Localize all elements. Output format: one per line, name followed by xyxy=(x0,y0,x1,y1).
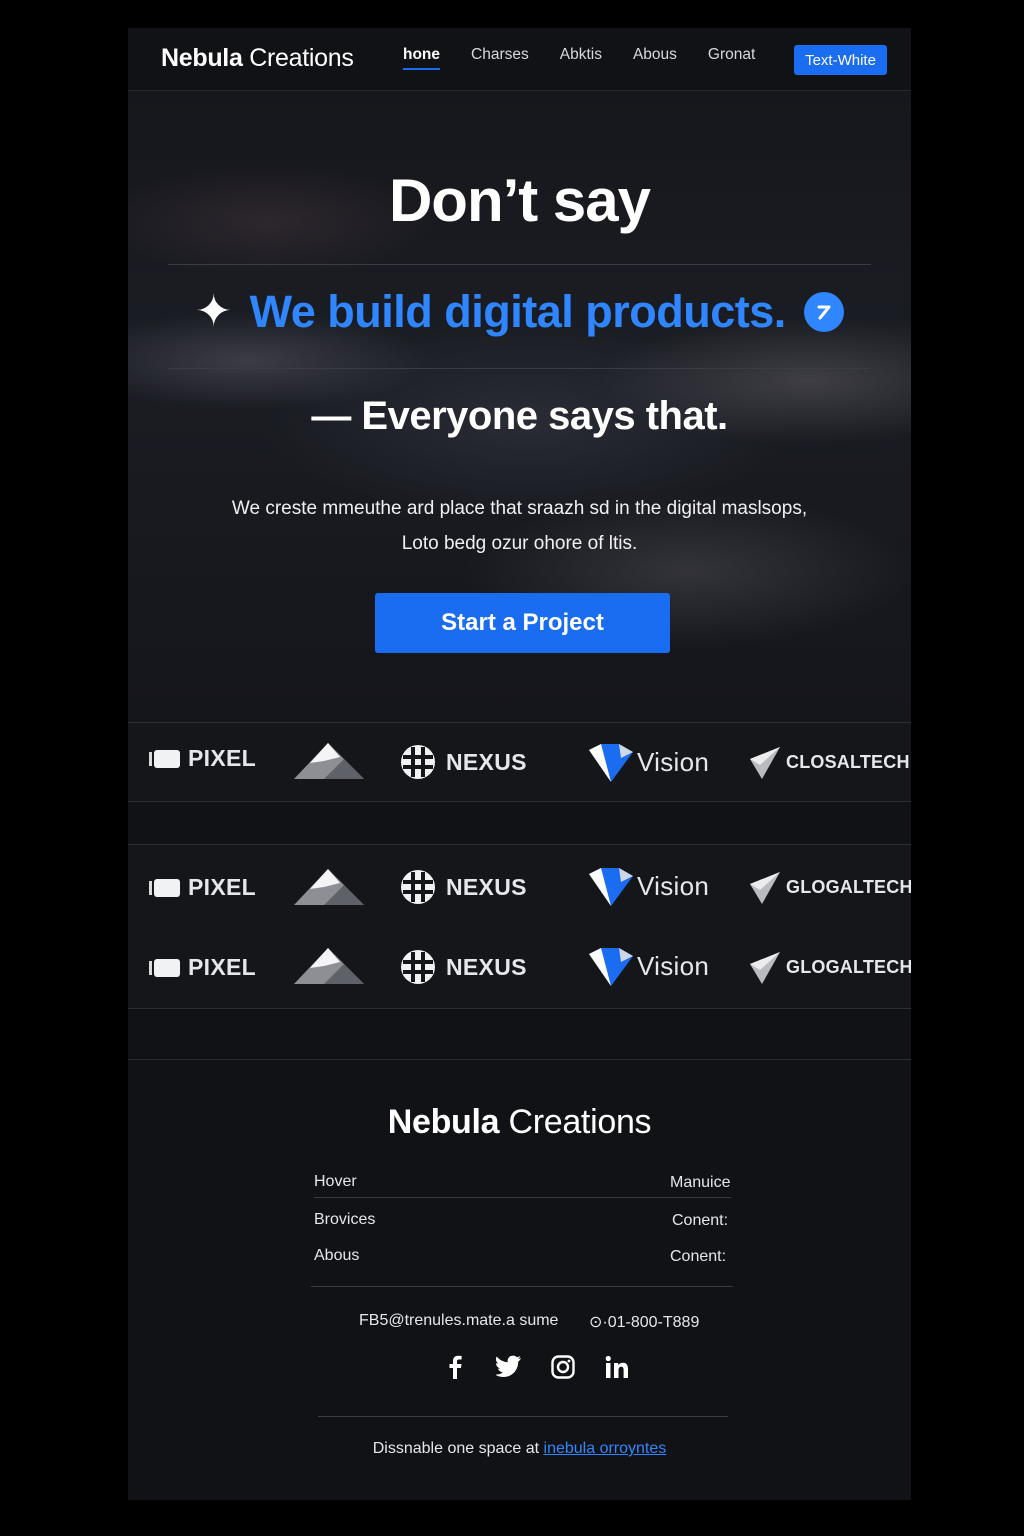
globaltech-logo-icon xyxy=(750,747,780,779)
hero-tagline-text: We build digital products. xyxy=(249,286,787,337)
logo-row: PIXEL NEXUS Vision GLOGALTECH xyxy=(128,844,911,930)
footer-note-prefix: Dissnable one space at xyxy=(372,1440,540,1457)
hero-tagline: ✦ We build digital products. xyxy=(128,286,911,338)
logo-vision-text: Vision xyxy=(637,870,710,901)
logo-vision-text: Vision xyxy=(637,950,710,981)
logo-globaltech-text: CLOSALTECH xyxy=(786,751,910,772)
logo-nexus-text: NEXUS xyxy=(446,953,527,980)
logo-nexus: NEXUS xyxy=(400,744,527,780)
logo-row: PIXEL NEXUS Vision CLOSALTECH xyxy=(128,722,911,802)
footer-link-manuice[interactable]: Manuice xyxy=(670,1174,730,1192)
logo-vision: Vision xyxy=(587,946,709,986)
hero-description-line2: Loto bedg ozur ohore of ltis. xyxy=(401,533,638,554)
pixel-logo-icon xyxy=(149,749,180,768)
mountain-logo-icon xyxy=(294,946,364,986)
hero-subtitle: — Everyone says that. xyxy=(311,394,728,438)
footer-link-hover[interactable]: Hover xyxy=(314,1173,357,1191)
footer-link-brovices[interactable]: Brovices xyxy=(314,1211,375,1229)
instagram-icon[interactable] xyxy=(536,1355,590,1379)
logo-pixel: PIXEL xyxy=(148,745,256,772)
brand-bold: Nebula xyxy=(161,44,243,72)
brand-light: Creations xyxy=(249,44,354,72)
logo-nexus: NEXUS xyxy=(400,869,527,905)
vision-logo-icon xyxy=(589,948,633,986)
nav-links: hone Charses Abktis Abous Gronat xyxy=(403,46,786,70)
hero-description-line1: We creste mmeuthe ard place that sraazh … xyxy=(231,498,808,519)
brand-logo[interactable]: Nebula Creations xyxy=(161,44,354,73)
nexus-logo-icon xyxy=(401,745,435,779)
footer-divider xyxy=(128,1059,911,1060)
logo-pixel: PIXEL xyxy=(148,874,256,901)
twitter-icon[interactable] xyxy=(482,1355,536,1379)
pixel-logo-icon xyxy=(149,958,180,977)
footer-brand-bold: Nebula xyxy=(387,1103,500,1141)
check-badge-icon xyxy=(803,292,844,332)
hero-description: We creste mmeuthe ard place that sraazh … xyxy=(128,491,911,561)
logo-globaltech: GLOGALTECH xyxy=(750,870,911,904)
hero-divider-top xyxy=(168,264,871,265)
linkedin-icon[interactable] xyxy=(590,1355,644,1379)
footer-links-divider xyxy=(314,1197,731,1198)
globaltech-logo-icon xyxy=(750,872,780,904)
nexus-logo-icon xyxy=(401,950,435,984)
footer-note-divider xyxy=(318,1416,728,1417)
logo-pixel-text: PIXEL xyxy=(188,874,256,900)
logo-globaltech: CLOSALTECH xyxy=(750,745,910,779)
vision-logo-icon xyxy=(589,868,633,906)
mountain-logo-icon xyxy=(294,741,364,781)
hero-title: Don’t say xyxy=(388,167,651,234)
footer-contact-divider xyxy=(311,1286,733,1287)
logo-globaltech-text: GLOGALTECH xyxy=(786,876,911,897)
logo-vision: Vision xyxy=(587,866,709,906)
footer-link-conent-2[interactable]: Conent: xyxy=(670,1248,726,1266)
nav-link-home[interactable]: hone xyxy=(403,46,441,70)
footer-email[interactable]: FB5@trenules.mate.a sume xyxy=(359,1312,558,1330)
social-links xyxy=(428,1355,644,1379)
nav-cta-button[interactable]: Text-White xyxy=(794,45,887,75)
footer-phone[interactable]: ⊙·01-800-T889 xyxy=(589,1312,699,1332)
logo-vision: Vision xyxy=(587,742,709,782)
top-nav: Nebula Creations hone Charses Abktis Abo… xyxy=(128,28,911,91)
facebook-icon[interactable] xyxy=(428,1355,482,1379)
footer-note-link[interactable]: inebula orroyntes xyxy=(544,1440,667,1457)
nav-link-gronat[interactable]: Gronat xyxy=(708,46,755,70)
footer-brand: Nebula Creations xyxy=(128,1103,911,1142)
globaltech-logo-icon xyxy=(750,952,780,984)
logo-pixel-text: PIXEL xyxy=(188,745,256,771)
logo-nexus-text: NEXUS xyxy=(446,748,527,775)
sparkle-icon: ✦ xyxy=(195,287,232,336)
logo-globaltech: GLOGALTECH xyxy=(750,950,911,984)
pixel-logo-icon xyxy=(149,878,180,897)
footer-brand-light: Creations xyxy=(508,1103,652,1141)
logo-nexus-text: NEXUS xyxy=(446,873,527,900)
logo-globaltech-text: GLOGALTECH xyxy=(786,956,911,977)
nav-link-abous[interactable]: Abous xyxy=(633,46,677,70)
logo-row: PIXEL NEXUS Vision GLOGALTECH xyxy=(128,928,911,1009)
nav-link-charses[interactable]: Charses xyxy=(471,46,529,70)
footer-note: Dissnable one space at inebula orroyntes xyxy=(128,1440,911,1458)
logo-vision-text: Vision xyxy=(637,746,710,777)
page: Nebula Creations hone Charses Abktis Abo… xyxy=(128,28,911,1500)
hero-divider-bottom xyxy=(168,368,871,369)
logo-pixel: PIXEL xyxy=(148,954,256,981)
vision-logo-icon xyxy=(589,744,633,782)
footer-link-abous[interactable]: Abous xyxy=(314,1247,359,1265)
start-project-button[interactable]: Start a Project xyxy=(375,593,670,653)
footer-link-conent-1[interactable]: Conent: xyxy=(672,1212,728,1230)
mountain-logo-icon xyxy=(294,867,364,907)
nav-link-abktis[interactable]: Abktis xyxy=(560,46,602,70)
logo-pixel-text: PIXEL xyxy=(188,954,256,980)
logo-nexus: NEXUS xyxy=(400,949,527,985)
hero-section: Don’t say ✦ We build digital products. —… xyxy=(128,91,911,722)
nexus-logo-icon xyxy=(401,870,435,904)
